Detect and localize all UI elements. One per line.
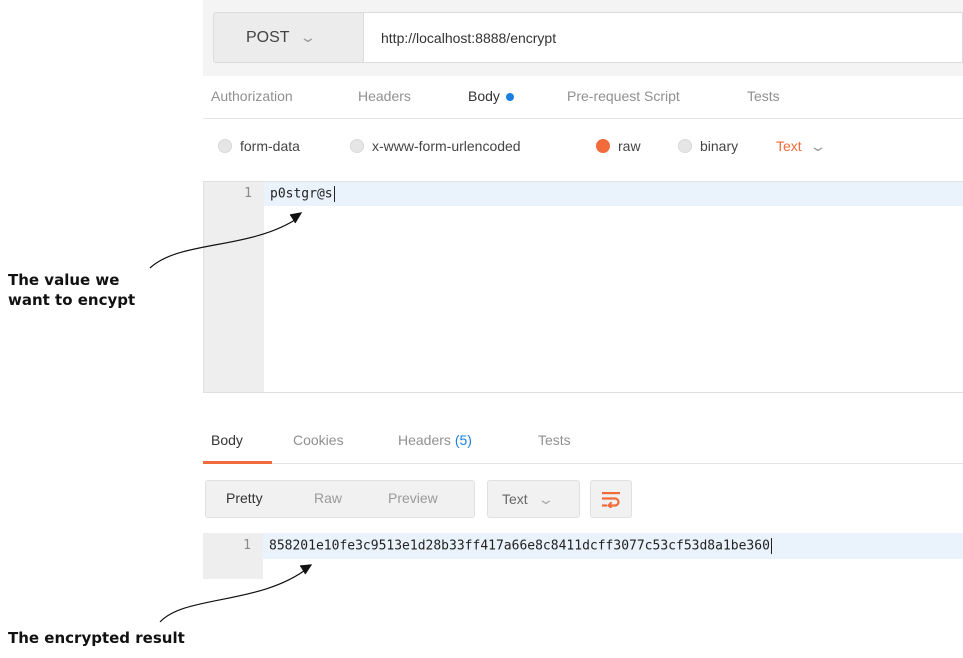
value-callout-arrow [149,217,299,269]
callout-arrows [149,212,313,623]
result-callout-arrow [159,567,309,623]
